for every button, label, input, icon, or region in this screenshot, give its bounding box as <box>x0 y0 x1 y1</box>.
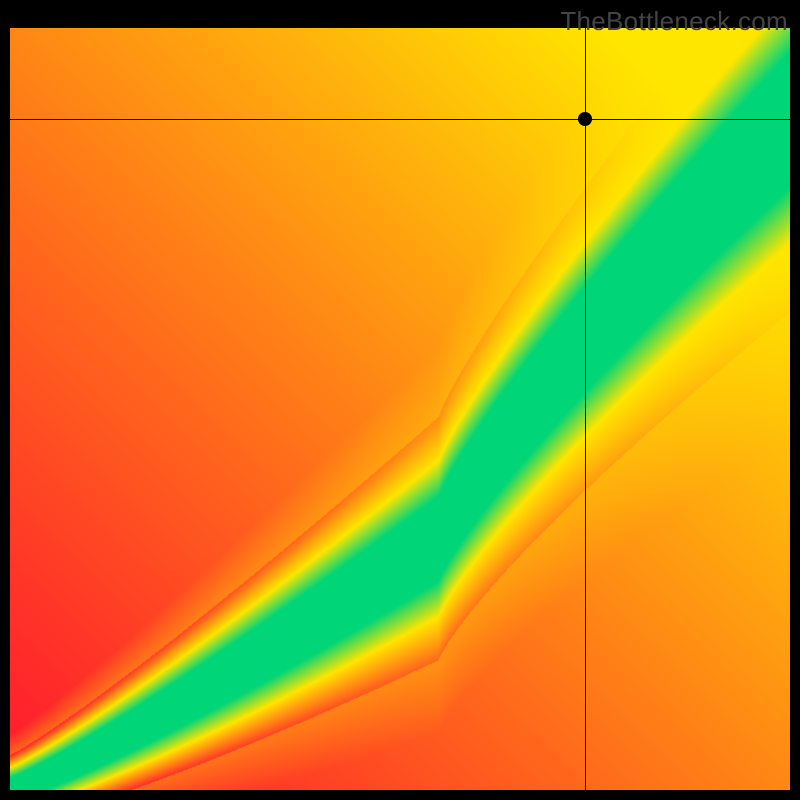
crosshair-vertical <box>585 28 586 790</box>
watermark-text: TheBottleneck.com <box>560 6 788 37</box>
crosshair-marker-dot <box>578 112 592 126</box>
crosshair-horizontal <box>10 119 790 120</box>
heatmap-canvas <box>10 28 790 790</box>
plot-area <box>10 28 790 790</box>
chart-wrapper: TheBottleneck.com <box>0 0 800 800</box>
